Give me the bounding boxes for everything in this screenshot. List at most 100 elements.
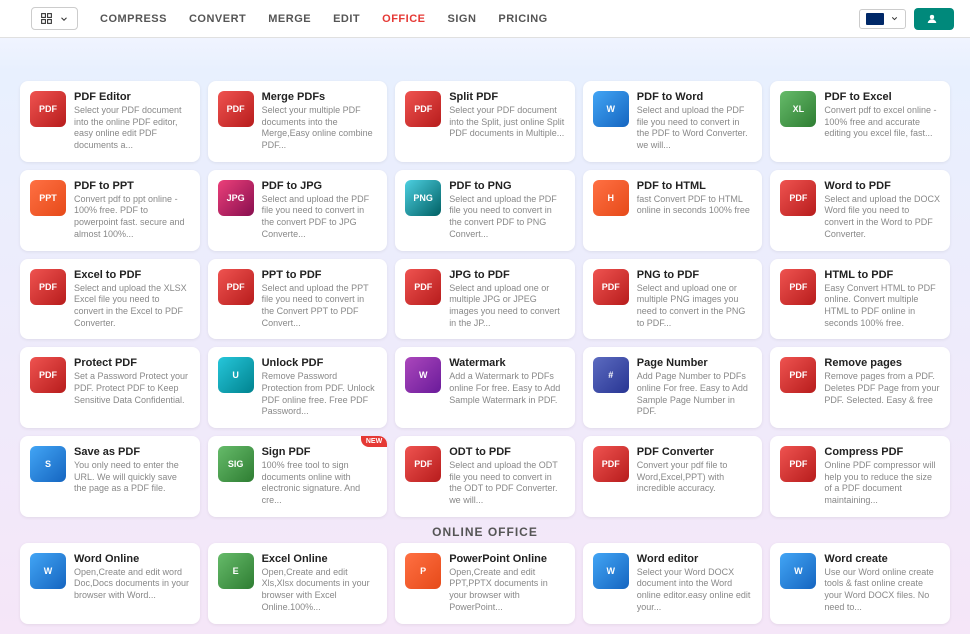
tool-card[interactable]: PDF ODT to PDF Select and upload the ODT… (395, 436, 575, 517)
tool-title: PDF to Word (637, 91, 753, 103)
nav-right (859, 8, 954, 30)
nav-convert[interactable]: CONVERT (179, 7, 256, 31)
nav-merge[interactable]: MERGE (258, 7, 321, 31)
logo[interactable] (16, 16, 17, 22)
tool-desc: Convert pdf to excel online - 100% free … (824, 105, 940, 140)
tool-desc: Online PDF compressor will help you to r… (824, 460, 940, 507)
tool-desc: Select and upload the PDF file you need … (637, 105, 753, 152)
tool-card[interactable]: S Save as PDF You only need to enter the… (20, 436, 200, 517)
tool-title: HTML to PDF (824, 269, 940, 281)
tool-card[interactable]: PDF Excel to PDF Select and upload the X… (20, 259, 200, 340)
tool-info: Unlock PDF Remove Password Protection fr… (262, 357, 378, 418)
tool-icon: PDF (30, 91, 66, 127)
online-office-card[interactable]: W Word create Use our Word online create… (770, 543, 950, 624)
tool-card[interactable]: PNG PDF to PNG Select and upload the PDF… (395, 170, 575, 251)
tool-desc: Select your PDF document into the Split,… (449, 105, 565, 140)
tool-card[interactable]: PDF Remove pages Remove pages from a PDF… (770, 347, 950, 428)
tool-card[interactable]: H PDF to HTML fast Convert PDF to HTML o… (583, 170, 763, 251)
tool-desc: Easy Convert HTML to PDF online. Convert… (824, 283, 940, 330)
tool-icon: U (218, 357, 254, 393)
tool-desc: Select and upload the ODT file you need … (449, 460, 565, 507)
tool-title: PDF Editor (74, 91, 190, 103)
tool-card[interactable]: PDF Compress PDF Online PDF compressor w… (770, 436, 950, 517)
tool-info: PNG to PDF Select and upload one or mult… (637, 269, 753, 330)
tool-title: PDF Converter (637, 446, 753, 458)
tool-desc: 100% free tool to sign documents online … (262, 460, 378, 507)
chevron-down-icon (59, 14, 69, 24)
tool-info: JPG to PDF Select and upload one or mult… (449, 269, 565, 330)
tool-card[interactable]: PDF PNG to PDF Select and upload one or … (583, 259, 763, 340)
tool-card[interactable]: PPT PDF to PPT Convert pdf to ppt online… (20, 170, 200, 251)
login-button[interactable] (914, 8, 954, 30)
tool-title: PDF to HTML (637, 180, 753, 192)
tool-title: Split PDF (449, 91, 565, 103)
tool-info: HTML to PDF Easy Convert HTML to PDF onl… (824, 269, 940, 330)
tool-info: Compress PDF Online PDF compressor will … (824, 446, 940, 507)
nav-office[interactable]: OFFICE (372, 7, 435, 31)
tool-card[interactable]: W PDF to Word Select and upload the PDF … (583, 81, 763, 162)
tool-icon: PDF (780, 446, 816, 482)
online-office-card[interactable]: E Excel Online Open,Create and edit Xls,… (208, 543, 388, 624)
language-button[interactable] (859, 9, 906, 29)
tool-title: Word editor (637, 553, 753, 565)
tool-info: Save as PDF You only need to enter the U… (74, 446, 190, 495)
tool-card[interactable]: PDF PPT to PDF Select and upload the PPT… (208, 259, 388, 340)
tool-icon: PDF (30, 269, 66, 305)
nav-sign[interactable]: SIGN (438, 7, 487, 31)
tools-grid: PDF PDF Editor Select your PDF document … (20, 81, 950, 517)
online-office-card[interactable]: P PowerPoint Online Open,Create and edit… (395, 543, 575, 624)
tool-card[interactable]: PDF Protect PDF Set a Password Protect y… (20, 347, 200, 428)
tool-card[interactable]: PDF Word to PDF Select and upload the DO… (770, 170, 950, 251)
tool-card[interactable]: W Watermark Add a Watermark to PDFs onli… (395, 347, 575, 428)
tool-info: Excel Online Open,Create and edit Xls,Xl… (262, 553, 378, 614)
tool-desc: Select and upload the PPT file you need … (262, 283, 378, 330)
tool-title: Save as PDF (74, 446, 190, 458)
nav-compress[interactable]: COMPRESS (90, 7, 177, 31)
tool-desc: Set a Password Protect your PDF. Protect… (74, 371, 190, 406)
tool-card[interactable]: # Page Number Add Page Number to PDFs on… (583, 347, 763, 428)
tool-card[interactable]: NEW SIG Sign PDF 100% free tool to sign … (208, 436, 388, 517)
tool-desc: Select and upload the DOCX Word file you… (824, 194, 940, 241)
tool-card[interactable]: PDF PDF Converter Convert your pdf file … (583, 436, 763, 517)
tool-title: Merge PDFs (262, 91, 378, 103)
tool-desc: Select and upload the PDF file you need … (262, 194, 378, 241)
tool-icon: PDF (593, 269, 629, 305)
tool-info: Page Number Add Page Number to PDFs onli… (637, 357, 753, 418)
tool-desc: Select your Word DOCX document into the … (637, 567, 753, 614)
tool-info: PDF to PPT Convert pdf to ppt online - 1… (74, 180, 190, 241)
tool-card[interactable]: XL PDF to Excel Convert pdf to excel onl… (770, 81, 950, 162)
tool-desc: Remove pages from a PDF. Deletes PDF Pag… (824, 371, 940, 406)
tool-icon: H (593, 180, 629, 216)
tools-section: PDF PDF Editor Select your PDF document … (0, 71, 970, 634)
tool-icon: PDF (405, 269, 441, 305)
tool-title: PDF to Excel (824, 91, 940, 103)
tool-icon: PDF (593, 446, 629, 482)
nav-pricing[interactable]: PRICING (488, 7, 557, 31)
new-badge: NEW (361, 436, 387, 447)
tool-info: PPT to PDF Select and upload the PPT fil… (262, 269, 378, 330)
tool-info: PowerPoint Online Open,Create and edit P… (449, 553, 565, 614)
nav-links: COMPRESS CONVERT MERGE EDIT OFFICE SIGN … (90, 7, 855, 31)
tool-card[interactable]: JPG PDF to JPG Select and upload the PDF… (208, 170, 388, 251)
tool-info: Excel to PDF Select and upload the XLSX … (74, 269, 190, 330)
tool-card[interactable]: PDF Split PDF Select your PDF document i… (395, 81, 575, 162)
nav-edit[interactable]: EDIT (323, 7, 370, 31)
tool-desc: Convert pdf to ppt online - 100% free. P… (74, 194, 190, 241)
online-office-card[interactable]: W Word editor Select your Word DOCX docu… (583, 543, 763, 624)
tool-title: Word create (824, 553, 940, 565)
tool-card[interactable]: U Unlock PDF Remove Password Protection … (208, 347, 388, 428)
tool-card[interactable]: PDF HTML to PDF Easy Convert HTML to PDF… (770, 259, 950, 340)
online-office-card[interactable]: W Word Online Open,Create and edit word … (20, 543, 200, 624)
tool-title: Word Online (74, 553, 190, 565)
tool-card[interactable]: PDF Merge PDFs Select your multiple PDF … (208, 81, 388, 162)
tool-icon: W (593, 91, 629, 127)
tool-info: PDF Editor Select your PDF document into… (74, 91, 190, 152)
tools-menu-button[interactable] (31, 7, 78, 30)
tool-card[interactable]: PDF JPG to PDF Select and upload one or … (395, 259, 575, 340)
tool-title: PowerPoint Online (449, 553, 565, 565)
tool-card[interactable]: PDF PDF Editor Select your PDF document … (20, 81, 200, 162)
tool-icon: PDF (218, 269, 254, 305)
tool-icon: PDF (405, 91, 441, 127)
online-office-header: ONLINE OFFICE (20, 517, 950, 543)
tool-title: Compress PDF (824, 446, 940, 458)
